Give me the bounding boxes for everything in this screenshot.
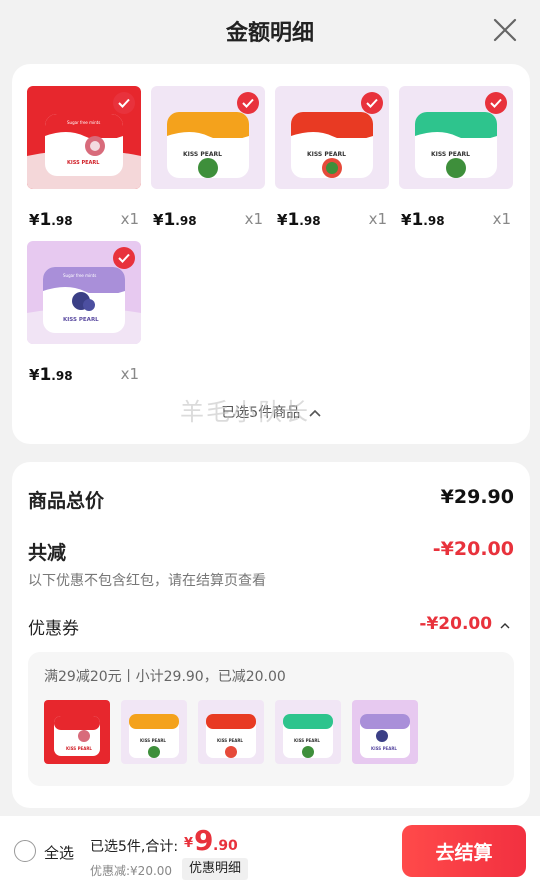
svg-text:KISS PEARL: KISS PEARL [67, 160, 100, 166]
product-price: ¥1.98 [153, 210, 197, 230]
coupon-product-thumb: KISS PEARL [198, 700, 264, 764]
svg-text:KISS PEARL: KISS PEARL [140, 738, 166, 743]
svg-text:Sugar free mints: Sugar free mints [63, 273, 96, 278]
collapse-label: 已选5件商品 [221, 405, 301, 421]
svg-text:KISS PEARL: KISS PEARL [307, 151, 346, 158]
selected-summary: 已选5件,合计: [90, 839, 179, 855]
coupon-toggle[interactable]: -¥20.00 [419, 614, 510, 634]
checked-icon[interactable] [361, 92, 383, 114]
svg-text:Sugar free mints: Sugar free mints [67, 120, 100, 125]
product-item[interactable]: KISS PEARL ¥1.98 x1 [151, 86, 265, 236]
select-all-radio[interactable] [14, 840, 36, 862]
saved-amount: 优惠减:¥20.00 [90, 864, 173, 878]
svg-text:KISS PEARL: KISS PEARL [371, 746, 397, 751]
coupon-label: 优惠券 [28, 619, 79, 639]
header: 金额明细 [0, 0, 540, 62]
svg-text:KISS PEARL: KISS PEARL [63, 317, 99, 323]
product-item[interactable]: KISS PEARL ¥1.98 x1 [399, 86, 513, 236]
coupon-product-thumb: KISS PEARL [275, 700, 341, 764]
coupon-description: 满29减20元丨小计29.90，已减20.00 [44, 669, 286, 685]
bottom-bar: 全选 已选5件,合计: ¥ 9 .90 优惠减:¥20.00 优惠明细 去结算 [0, 816, 540, 885]
product-item[interactable]: KISS PEARL Sugar free mints ¥1.98 x1 [27, 86, 141, 236]
chevron-up-icon [500, 623, 510, 629]
product-list-card: KISS PEARL Sugar free mints ¥1.98 x1 KIS… [12, 64, 530, 444]
total-label: 商品总价 [28, 490, 105, 512]
product-price: ¥1.98 [277, 210, 321, 230]
product-quantity: x1 [120, 210, 139, 228]
coupon-product-thumb: KISS PEARL [352, 700, 418, 764]
product-quantity: x1 [492, 210, 511, 228]
checked-icon[interactable] [485, 92, 507, 114]
chevron-up-icon [309, 409, 321, 417]
total-decimal: .90 [213, 838, 238, 854]
product-price: ¥1.98 [29, 210, 73, 230]
total-integer: 9 [194, 824, 214, 857]
discount-hint: 以下优惠不包含红包，请在结算页查看 [28, 573, 266, 589]
total-currency: ¥ [184, 836, 194, 851]
checked-icon[interactable] [113, 92, 135, 114]
product-quantity: x1 [120, 365, 139, 383]
checkout-button[interactable]: 去结算 [402, 825, 526, 877]
svg-text:KISS PEARL: KISS PEARL [294, 738, 320, 743]
summary-card: 商品总价 ¥29.90 共减 -¥20.00 以下优惠不包含红包，请在结算页查看… [12, 462, 530, 808]
discount-label: 共减 [28, 542, 67, 564]
product-price: ¥1.98 [401, 210, 445, 230]
checked-icon[interactable] [113, 247, 135, 269]
coupon-product-thumb: KISS PEARL [44, 700, 110, 764]
product-item[interactable]: KISS PEARL Sugar free mints ¥1.98 x1 [27, 241, 141, 391]
coupon-product-thumb: KISS PEARL [121, 700, 187, 764]
page-title: 金额明细 [225, 21, 314, 46]
svg-text:KISS PEARL: KISS PEARL [183, 151, 222, 158]
collapse-toggle[interactable]: 已选5件商品 [12, 402, 530, 422]
total-value: ¥29.90 [440, 486, 514, 508]
select-all-label[interactable]: 全选 [44, 842, 74, 863]
coupon-value: -¥20.00 [419, 614, 493, 634]
product-quantity: x1 [368, 210, 387, 228]
discount-value: -¥20.00 [432, 538, 514, 560]
svg-text:KISS PEARL: KISS PEARL [217, 738, 243, 743]
close-icon[interactable] [492, 17, 518, 43]
product-quantity: x1 [244, 210, 263, 228]
discount-detail-button[interactable]: 优惠明细 [182, 858, 249, 880]
svg-text:KISS PEARL: KISS PEARL [66, 746, 92, 751]
svg-text:KISS PEARL: KISS PEARL [431, 151, 470, 158]
checked-icon[interactable] [237, 92, 259, 114]
coupon-detail-box: 满29减20元丨小计29.90，已减20.00 KISS PEARL KISS … [28, 652, 514, 786]
product-item[interactable]: KISS PEARL ¥1.98 x1 [275, 86, 389, 236]
product-price: ¥1.98 [29, 365, 73, 385]
